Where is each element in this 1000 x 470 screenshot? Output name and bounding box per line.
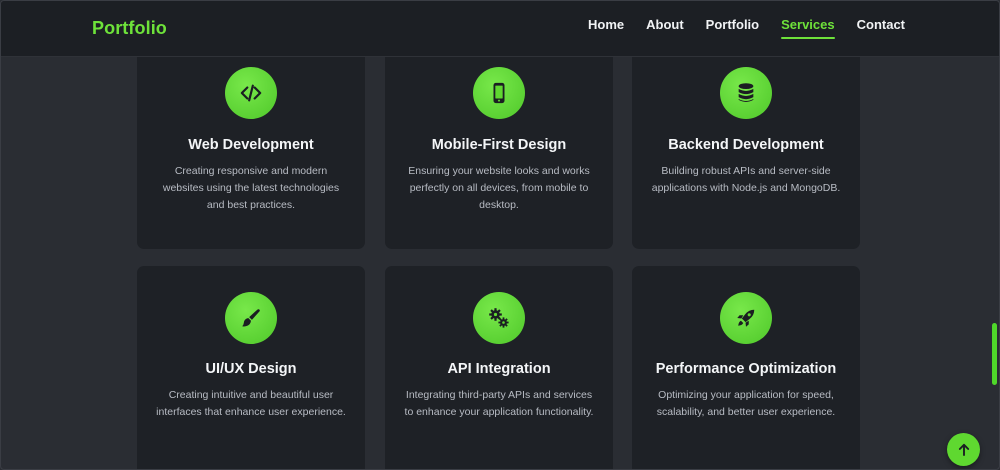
service-card-performance-optimization: Performance Optimization Optimizing your…: [632, 266, 860, 469]
nav-link-portfolio[interactable]: Portfolio: [706, 17, 759, 37]
service-description: Creating responsive and modern websites …: [162, 165, 340, 211]
rocket-icon: [720, 292, 772, 344]
arrow-up-icon: [958, 443, 969, 456]
service-card-web-development: Web Development Creating responsive and …: [137, 41, 365, 249]
service-title: Web Development: [188, 137, 314, 153]
nav-link-home[interactable]: Home: [588, 17, 624, 37]
service-description: Creating intuitive and beautiful user in…: [156, 389, 346, 418]
paintbrush-icon: [225, 292, 277, 344]
mobile-icon: [473, 67, 525, 119]
navbar: Portfolio Home About Portfolio Services …: [1, 1, 999, 57]
service-card-api-integration: API Integration Integrating third-party …: [385, 266, 613, 469]
service-title: Backend Development: [668, 137, 824, 153]
database-icon: [720, 67, 772, 119]
service-title: UI/UX Design: [205, 361, 297, 377]
service-description: Building robust APIs and server-side app…: [651, 165, 841, 194]
nav-menu: Home About Portfolio Services Contact: [588, 17, 905, 39]
service-description: Ensuring your website looks and works pe…: [408, 165, 590, 211]
nav-link-about[interactable]: About: [646, 17, 684, 37]
service-card-mobile-first-design: Mobile-First Design Ensuring your websit…: [385, 41, 613, 249]
gears-icon: [473, 292, 525, 344]
scrollbar-thumb[interactable]: [992, 323, 997, 385]
service-description: Integrating third-party APIs and service…: [404, 389, 594, 418]
service-card-ui-ux-design: UI/UX Design Creating intuitive and beau…: [137, 266, 365, 469]
brand-logo[interactable]: Portfolio: [92, 18, 167, 39]
code-icon: [225, 67, 277, 119]
service-title: Performance Optimization: [655, 361, 837, 377]
service-description: Optimizing your application for speed, s…: [656, 389, 836, 418]
nav-link-contact[interactable]: Contact: [857, 17, 905, 37]
services-grid: Web Development Creating responsive and …: [1, 1, 999, 469]
nav-link-services[interactable]: Services: [781, 17, 835, 39]
service-card-backend-development: Backend Development Building robust APIs…: [632, 41, 860, 249]
service-title: API Integration: [447, 361, 551, 377]
service-title: Mobile-First Design: [431, 137, 567, 153]
page-frame: Web Development Creating responsive and …: [0, 0, 1000, 470]
scroll-to-top-button[interactable]: [947, 433, 980, 466]
